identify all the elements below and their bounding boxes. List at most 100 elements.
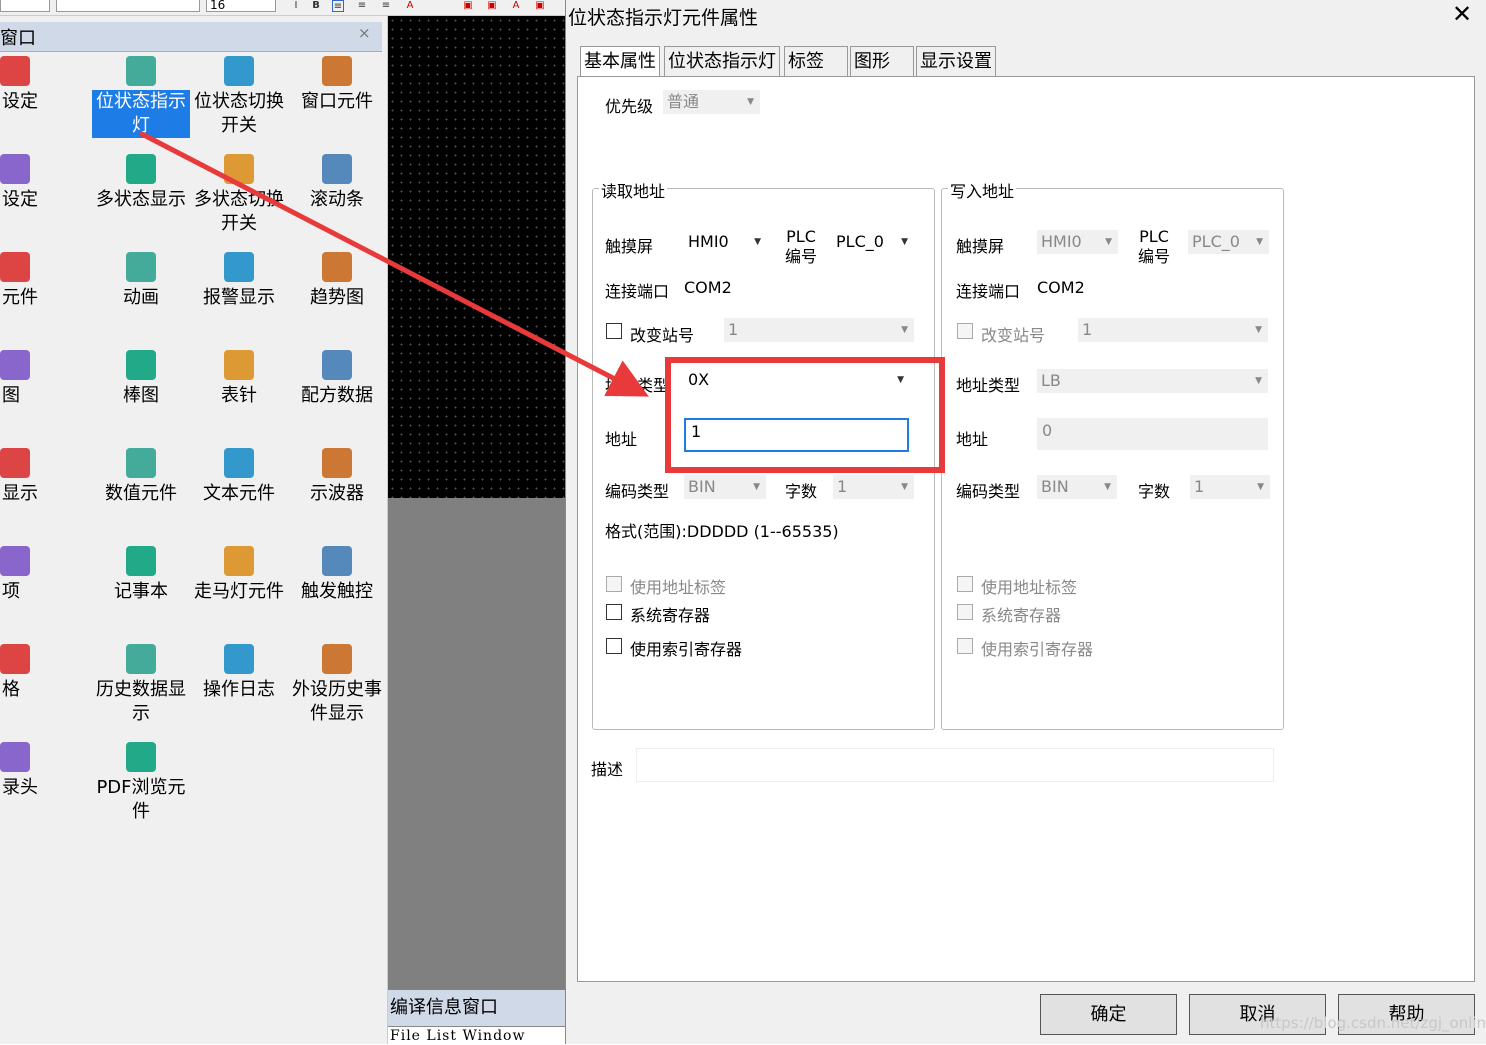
bold-icon[interactable]: B [310, 0, 322, 12]
write-sys-reg-label: 系统寄存器 [981, 606, 1062, 625]
align-center-icon[interactable]: ≡ [356, 0, 368, 12]
recipe-data-icon [322, 350, 352, 380]
read-touch-select[interactable]: HMI0 ▼ [684, 230, 767, 254]
toolbox-item-label: PDF浏览元件 [96, 777, 186, 822]
tool-icon[interactable]: ▣ [462, 0, 474, 12]
toolbox-item-label: 示波器 [310, 483, 364, 504]
chevron-down-icon: ▼ [1257, 482, 1264, 492]
read-addr-type-select[interactable]: 0X ▼ [684, 368, 910, 394]
toolbox-item-label: 位状态指示灯 [92, 90, 190, 138]
toolbox-item[interactable]: 多状态显示 [92, 154, 190, 212]
description-input[interactable] [636, 748, 1274, 782]
font-color-icon[interactable]: A [404, 0, 416, 12]
toolbox-item[interactable]: 文本元件 [190, 448, 288, 506]
toolbox-item[interactable]: 多状态切换开关 [190, 154, 288, 236]
toolbox-item[interactable]: 表针 [190, 350, 288, 408]
write-addr-label: 地址 [956, 430, 989, 449]
read-index-reg-checkbox[interactable] [606, 638, 622, 654]
editor-canvas[interactable] [388, 16, 565, 498]
dialog-title: 位状态指示灯元件属性 [568, 7, 759, 29]
priority-select[interactable]: 普通 ▼ [663, 90, 760, 114]
toolbox-item[interactable]: 位状态切换开关 [190, 56, 288, 138]
write-address-input: 0 [1037, 418, 1268, 450]
tool-icon[interactable]: ▣ [534, 0, 546, 12]
file-list-window: File List Window [388, 1026, 565, 1044]
bit-lamp-icon [126, 56, 156, 86]
read-address-input[interactable]: 1 [684, 418, 909, 452]
write-change-station-label: 改变站号 [981, 326, 1046, 345]
toolbox-item[interactable]: 设定 [0, 154, 98, 212]
read-words-label: 字数 [785, 482, 818, 501]
read-port-value: COM2 [684, 278, 732, 297]
chevron-down-icon: ▼ [1256, 237, 1263, 247]
read-plc-select[interactable]: PLC_0 ▼ [832, 230, 914, 254]
tab-graphic[interactable]: 图形 [850, 46, 914, 76]
element-icon [0, 252, 30, 282]
toolbox-item[interactable]: 格 [0, 644, 98, 702]
toolbox-item-label: 动画 [123, 287, 159, 308]
tab-display-settings[interactable]: 显示设置 [916, 46, 996, 76]
chevron-down-icon: ▼ [747, 97, 754, 107]
read-encode-select[interactable]: BIN ▼ [684, 475, 766, 499]
toolbox-item-label: 窗口元件 [301, 91, 373, 112]
toolbox-item[interactable]: 显示 [0, 448, 98, 506]
toolbox-item[interactable]: 滚动条 [288, 154, 386, 212]
font-combo[interactable] [0, 0, 50, 12]
toolbox-item[interactable]: 外设历史事件显示 [288, 644, 386, 726]
toolbox-close-icon[interactable]: × [358, 24, 371, 42]
tab-bit-lamp[interactable]: 位状态指示灯 [664, 46, 780, 76]
read-encode-value: BIN [688, 477, 716, 496]
toolbox-item[interactable]: 录头 [0, 742, 98, 800]
toolbox-item[interactable]: 项 [0, 546, 98, 604]
editor-background [388, 498, 565, 990]
font-size-combo[interactable]: 16 [206, 0, 276, 12]
toolbox-item[interactable]: 棒图 [92, 350, 190, 408]
write-addr-type-select: LB ▼ [1037, 369, 1268, 393]
read-change-station-checkbox[interactable] [606, 323, 622, 339]
toolbox-item[interactable]: PDF浏览元件 [92, 742, 190, 824]
toolbox-item-label: 格 [2, 679, 20, 700]
multi-state-switch-icon [224, 154, 254, 184]
setting-icon [0, 56, 30, 86]
toolbox-item[interactable]: 窗口元件 [288, 56, 386, 114]
toolbox-item[interactable]: 触发触控 [288, 546, 386, 604]
toolbox-item-label: 数值元件 [105, 483, 177, 504]
read-address-title: 读取地址 [599, 178, 668, 202]
toolbox-item[interactable]: 历史数据显示 [92, 644, 190, 726]
read-sys-reg-checkbox[interactable] [606, 604, 622, 620]
tab-basic[interactable]: 基本属性 [580, 46, 660, 77]
read-words-select[interactable]: 1 ▼ [833, 475, 914, 499]
write-encode-select: BIN ▼ [1037, 475, 1117, 499]
write-port-value: COM2 [1037, 278, 1085, 297]
toolbox-item[interactable]: 图 [0, 350, 98, 408]
display-icon [0, 448, 30, 478]
toolbox-item[interactable]: 操作日志 [190, 644, 288, 702]
toolbox-header [0, 22, 382, 52]
toolbox-item[interactable]: 示波器 [288, 448, 386, 506]
write-station-value: 1 [1082, 320, 1093, 339]
scrollbar-icon [322, 154, 352, 184]
toolbox-item[interactable]: 元件 [0, 252, 98, 310]
toolbox-item[interactable]: 记事本 [92, 546, 190, 604]
toolbox-item[interactable]: 走马灯元件 [190, 546, 288, 604]
toolbox-item[interactable]: 报警显示 [190, 252, 288, 310]
read-plc-value: PLC_0 [836, 232, 884, 251]
write-touch-value: HMI0 [1041, 232, 1082, 251]
toolbox-item[interactable]: 配方数据 [288, 350, 386, 408]
ok-button[interactable]: 确定 [1040, 994, 1177, 1035]
italic-icon[interactable]: I [290, 0, 302, 12]
toolbox-item[interactable]: 设定 [0, 56, 98, 114]
toolbox-item[interactable]: 动画 [92, 252, 190, 310]
align-right-icon[interactable]: ≡ [380, 0, 392, 12]
read-station-select[interactable]: 1 ▼ [724, 318, 914, 342]
toolbox-item[interactable]: 数值元件 [92, 448, 190, 506]
toolbox-item[interactable]: 位状态指示灯 [92, 56, 190, 138]
close-icon[interactable]: ✕ [1450, 0, 1474, 28]
chevron-down-icon: ▼ [901, 482, 908, 492]
tool-icon[interactable]: ▣ [486, 0, 498, 12]
tab-label[interactable]: 标签 [784, 46, 848, 76]
style-combo[interactable] [56, 0, 200, 12]
toolbox-item[interactable]: 趋势图 [288, 252, 386, 310]
align-left-icon[interactable]: ≡ [332, 0, 344, 12]
tool-icon[interactable]: A [510, 0, 522, 12]
